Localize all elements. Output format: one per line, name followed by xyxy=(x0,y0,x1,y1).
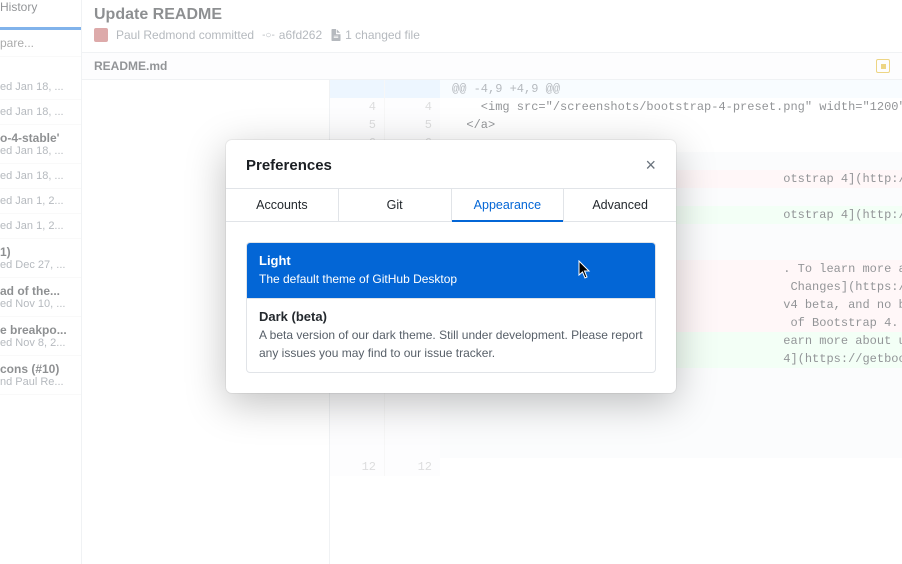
theme-title: Light xyxy=(259,253,643,268)
theme-description: The default theme of GitHub Desktop xyxy=(259,271,643,288)
tab-git[interactable]: Git xyxy=(339,189,452,221)
tab-appearance[interactable]: Appearance xyxy=(452,189,565,221)
theme-description: A beta version of our dark theme. Still … xyxy=(259,327,643,362)
modal-title: Preferences xyxy=(246,157,332,174)
theme-title: Dark (beta) xyxy=(259,309,643,324)
tab-advanced[interactable]: Advanced xyxy=(564,189,676,221)
theme-option-light[interactable]: Light The default theme of GitHub Desktop xyxy=(247,243,655,298)
modal-header: Preferences × xyxy=(226,140,676,188)
theme-option-dark-beta-[interactable]: Dark (beta) A beta version of our dark th… xyxy=(247,298,655,372)
preferences-modal: Preferences × AccountsGitAppearanceAdvan… xyxy=(226,140,676,393)
modal-overlay: Preferences × AccountsGitAppearanceAdvan… xyxy=(0,0,902,564)
theme-list: Light The default theme of GitHub Desktop… xyxy=(246,242,656,373)
modal-body: Light The default theme of GitHub Desktop… xyxy=(226,222,676,393)
close-icon[interactable]: × xyxy=(645,156,656,174)
tab-accounts[interactable]: Accounts xyxy=(226,189,339,221)
modal-tabs: AccountsGitAppearanceAdvanced xyxy=(226,188,676,222)
